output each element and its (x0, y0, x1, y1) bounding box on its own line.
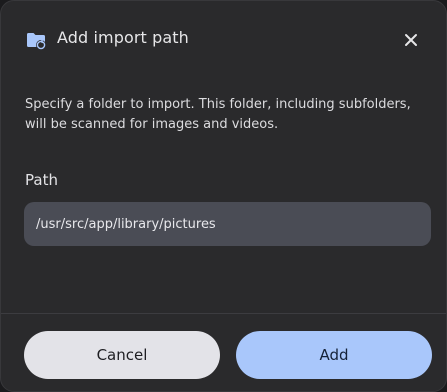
dialog-description: Specify a folder to import. This folder,… (25, 97, 411, 132)
path-input[interactable] (24, 202, 431, 246)
cancel-button[interactable]: Cancel (24, 331, 220, 379)
close-icon[interactable] (400, 29, 422, 51)
dialog-title: Add import path (57, 28, 189, 47)
add-button[interactable]: Add (236, 331, 432, 379)
footer-divider (1, 313, 446, 314)
dialog-header: Add import path (1, 1, 446, 77)
add-import-path-dialog: Add import path Specify a folder to impo… (0, 0, 447, 392)
folder-sync-icon (27, 33, 46, 50)
path-label: Path (25, 171, 58, 189)
